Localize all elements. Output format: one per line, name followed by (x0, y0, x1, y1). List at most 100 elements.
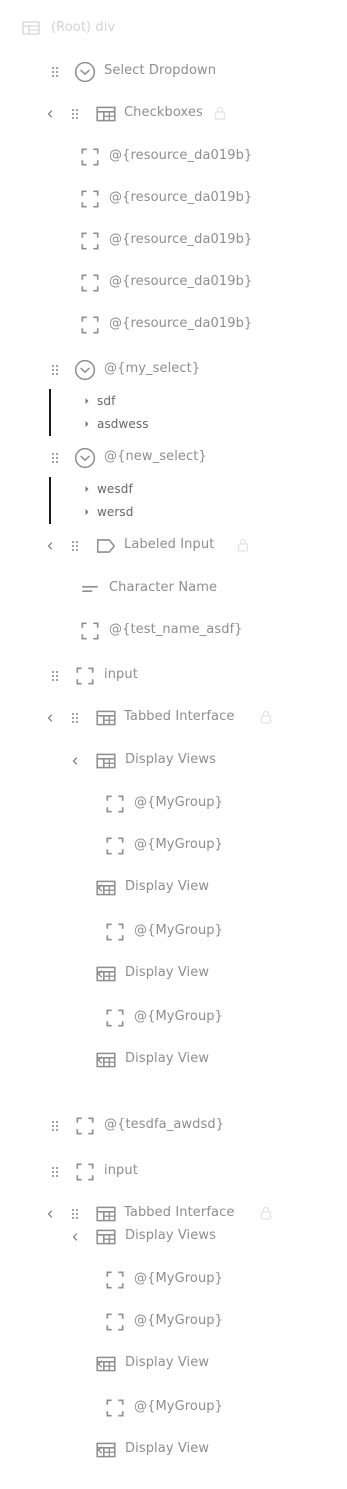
frame-icon (106, 1313, 124, 1331)
node-label: Tabbed Interface (124, 1205, 235, 1220)
node-label: Display Views (125, 752, 216, 767)
frame-icon (76, 1163, 94, 1181)
drag-handle-icon[interactable] (71, 1208, 79, 1220)
tree-root[interactable]: (Root) div (0, 17, 347, 41)
lock-icon[interactable] (214, 106, 226, 120)
drag-handle-icon[interactable] (71, 712, 79, 724)
node-label: @{my_select} (104, 361, 201, 376)
root-layout-icon (22, 21, 40, 35)
tree-node[interactable]: input (0, 1160, 347, 1184)
frame-icon (81, 232, 99, 250)
chevron-collapse-icon[interactable] (45, 1206, 55, 1222)
tree-node[interactable]: @{MyGroup} (0, 1268, 347, 1292)
tree-node[interactable]: @{MyGroup} (0, 1396, 347, 1420)
drag-handle-icon[interactable] (51, 1120, 59, 1132)
tree-node[interactable]: @{resource_da019b} (0, 229, 347, 253)
tree-node[interactable]: @{MyGroup} (0, 792, 347, 816)
node-label: input (104, 1163, 138, 1178)
tree-node[interactable]: @{resource_da019b} (0, 313, 347, 337)
tree-node[interactable]: Display View (0, 1352, 347, 1376)
tree-node[interactable]: Labeled Input (0, 534, 347, 558)
drag-handle-icon[interactable] (71, 540, 79, 552)
select-option[interactable]: wesdf (0, 478, 347, 502)
layout-icon (96, 753, 116, 769)
lock-icon[interactable] (260, 710, 272, 724)
tree-node[interactable]: @{MyGroup} (0, 1006, 347, 1030)
drag-handle-icon[interactable] (51, 66, 59, 78)
frame-icon (106, 923, 124, 941)
tree-node[interactable]: Tabbed Interface (0, 1202, 347, 1226)
tree-node[interactable]: @{new_select} (0, 446, 347, 470)
dropdown-icon (74, 359, 96, 381)
frame-icon (106, 1271, 124, 1289)
tree-node[interactable]: @{resource_da019b} (0, 271, 347, 295)
frame-icon (106, 795, 124, 813)
expand-triangle-icon[interactable] (84, 508, 90, 516)
node-label: @{MyGroup} (134, 923, 224, 938)
tree-node[interactable]: @{resource_da019b} (0, 187, 347, 211)
option-label: asdwess (97, 417, 149, 431)
select-option[interactable]: sdf (0, 390, 347, 414)
drag-handle-icon[interactable] (71, 108, 79, 120)
tree-node[interactable]: Display Views (0, 749, 347, 773)
dropdown-icon (74, 61, 96, 83)
tree-node[interactable]: Select Dropdown (0, 60, 347, 84)
layout-icon (96, 710, 116, 726)
select-option[interactable]: wersd (0, 501, 347, 525)
node-label: @{MyGroup} (134, 1271, 224, 1286)
layout-icon (96, 1206, 116, 1222)
expand-triangle-icon[interactable] (84, 485, 90, 493)
layout-icon (96, 1229, 116, 1245)
node-label: Display View (125, 1355, 210, 1370)
tree-node[interactable]: Character Name (0, 577, 347, 601)
tree-node[interactable]: Checkboxes (0, 102, 347, 126)
node-label: Display View (125, 1441, 210, 1456)
select-option[interactable]: asdwess (0, 413, 347, 437)
node-label: @{MyGroup} (134, 1009, 224, 1024)
frame-icon (81, 148, 99, 166)
chevron-collapse-icon[interactable] (45, 710, 55, 726)
node-label: @{resource_da019b} (109, 274, 253, 289)
tree-node[interactable]: Display View (0, 876, 347, 900)
tree-node[interactable]: @{MyGroup} (0, 1310, 347, 1334)
label-icon (96, 539, 116, 553)
frame-icon (81, 622, 99, 640)
tree-node[interactable]: input (0, 664, 347, 688)
node-label: @{resource_da019b} (109, 316, 253, 331)
node-label: @{new_select} (104, 449, 207, 464)
tree-node[interactable]: Display Views (0, 1225, 347, 1249)
option-label: wersd (97, 505, 134, 519)
chevron-collapse-icon[interactable] (70, 1229, 80, 1245)
tree-node[interactable]: @{my_select} (0, 358, 347, 382)
drag-handle-icon[interactable] (51, 364, 59, 376)
lock-icon[interactable] (237, 538, 249, 552)
chevron-collapse-icon[interactable] (45, 106, 55, 122)
drag-handle-icon[interactable] (51, 670, 59, 682)
chevron-collapse-icon[interactable] (70, 753, 80, 769)
node-label: @{MyGroup} (134, 1313, 224, 1328)
tree-node[interactable]: Tabbed Interface (0, 706, 347, 730)
lock-icon[interactable] (260, 1206, 272, 1220)
tree-node[interactable]: @{resource_da019b} (0, 145, 347, 169)
expand-triangle-icon[interactable] (84, 397, 90, 405)
node-label: Display View (125, 965, 210, 980)
drag-handle-icon[interactable] (51, 452, 59, 464)
tree-node[interactable]: @{MyGroup} (0, 834, 347, 858)
frame-icon (81, 274, 99, 292)
layout-icon (96, 1052, 116, 1068)
frame-icon (106, 1009, 124, 1027)
node-label: Display View (125, 1051, 210, 1066)
tree-node[interactable]: Display View (0, 1048, 347, 1072)
node-label: Labeled Input (124, 537, 215, 552)
text-lines-icon (82, 585, 98, 593)
drag-handle-icon[interactable] (51, 1166, 59, 1178)
tree-node[interactable]: @{test_name_asdf} (0, 619, 347, 643)
node-label: @{test_name_asdf} (109, 622, 243, 637)
tree-node[interactable]: @{MyGroup} (0, 920, 347, 944)
tree-node[interactable]: Display View (0, 1438, 347, 1462)
expand-triangle-icon[interactable] (84, 420, 90, 428)
chevron-collapse-icon[interactable] (45, 538, 55, 554)
tree-node[interactable]: @{tesdfa_awdsd} (0, 1114, 347, 1138)
node-label: @{resource_da019b} (109, 232, 253, 247)
tree-node[interactable]: Display View (0, 962, 347, 986)
